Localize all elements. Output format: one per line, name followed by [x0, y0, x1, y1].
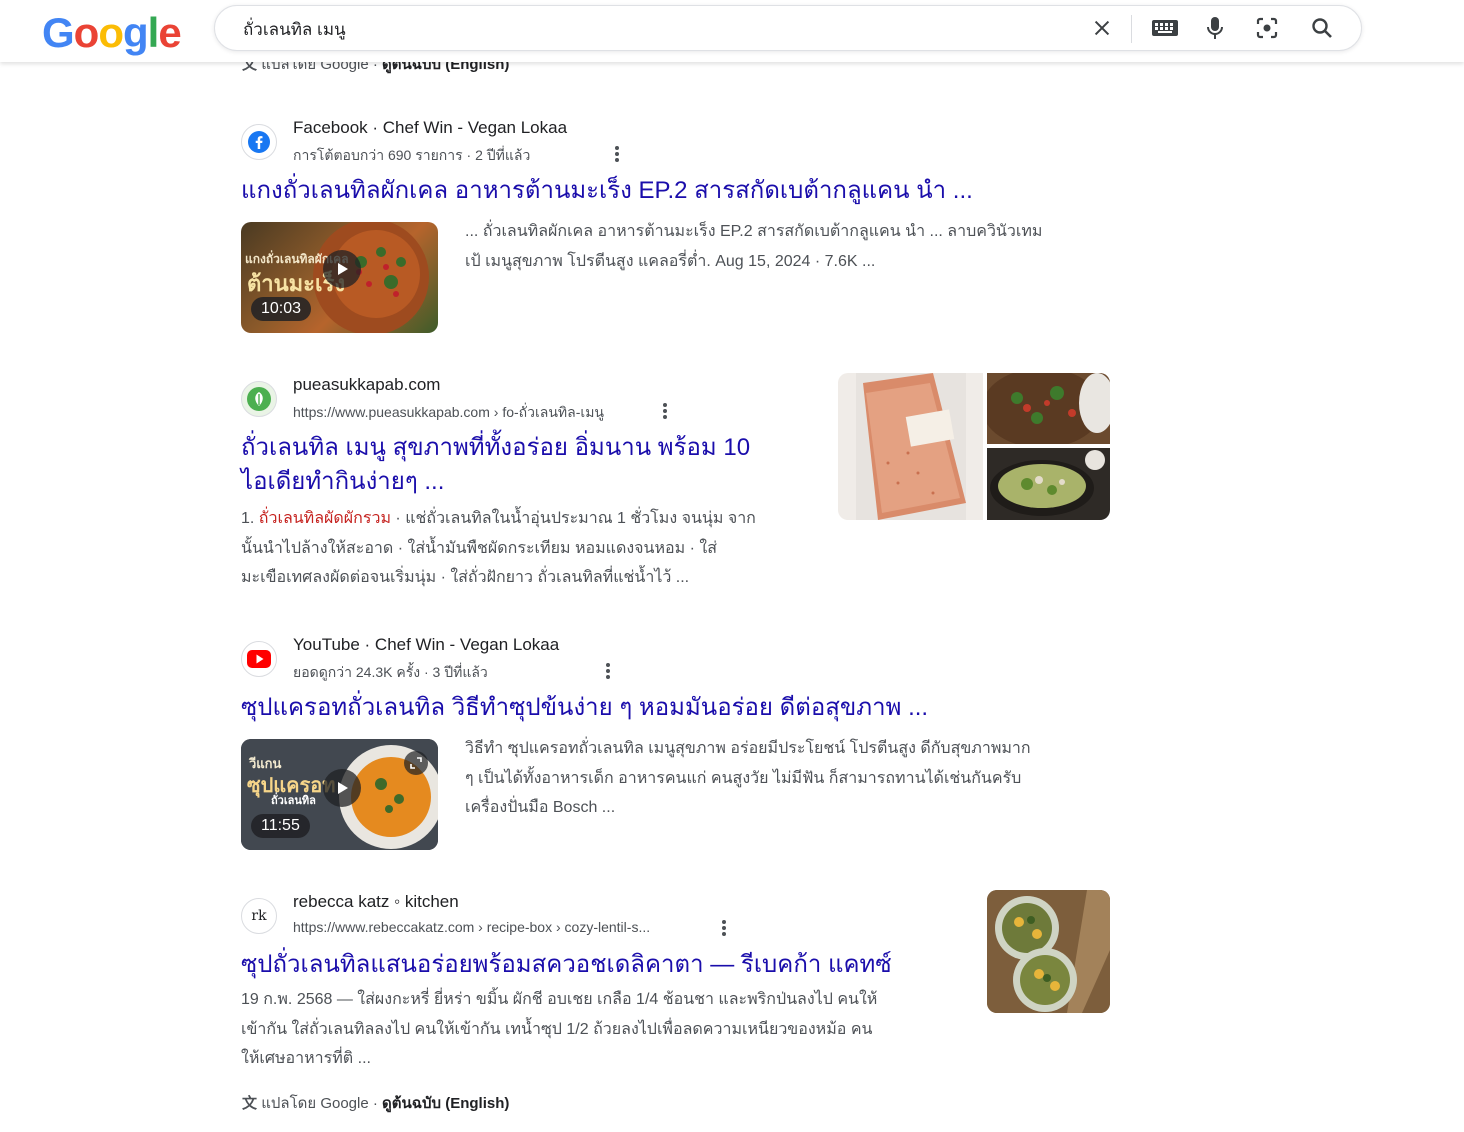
logo-letter: G	[42, 9, 75, 56]
more-options-icon[interactable]	[718, 918, 730, 938]
facebook-favicon-icon	[241, 124, 277, 160]
snippet-line: นั้นนำไปล้างให้สะอาด · ใส่น้ำมันพืชผัดกร…	[241, 539, 717, 557]
result-image-collage[interactable]	[838, 373, 1110, 520]
logo-letter: e	[158, 9, 181, 56]
video-thumbnail[interactable]: แกงถั่วเลนทิลผักเคล ต้านมะเร็ง 10:03	[241, 222, 438, 333]
video-thumbnail[interactable]: วีแกน ซุปแครอท ถั่วเลนทิล 11:55	[241, 739, 438, 850]
snippet-line: วิธีทำ ซุปแครอทถั่วเลนทิล เมนูสุขภาพ อร่…	[465, 740, 1031, 757]
lens-camera-icon[interactable]	[1255, 16, 1279, 40]
lentil-salad-image[interactable]	[982, 373, 1110, 448]
lentil-curry-image[interactable]	[987, 448, 1110, 520]
lentil-soup-image[interactable]	[987, 890, 1110, 1013]
result-site-name[interactable]: rebecca katz ◦ kitchen	[293, 892, 459, 912]
header: Google	[0, 0, 1464, 62]
video-duration: 10:03	[251, 297, 312, 321]
youtube-favicon-icon	[241, 641, 277, 677]
snippet-line: 19 ก.พ. 2568 — ใส่ผงกะหรี่ ยี่หร่า ขมิ้น…	[241, 991, 878, 1008]
view-original-link[interactable]: ดูต้นฉบับ (English)	[382, 1095, 509, 1112]
snippet-highlight: ถั่วเลนทิลผัดผักรวม	[258, 510, 391, 527]
logo-letter: g	[122, 9, 149, 56]
divider	[1131, 15, 1132, 43]
result-url: https://www.pueasukkapab.com › fo-ถั่วเล…	[293, 404, 604, 420]
clear-icon[interactable]	[1090, 16, 1114, 40]
microphone-icon[interactable]	[1203, 16, 1227, 40]
snippet-text: · แช่ถั่วเลนทิลในน้ำอุ่นประมาณ 1 ชั่วโมง…	[390, 510, 756, 527]
snippet-line: ๆ เป็นได้ทั้งอาหารเด็ก อาหารคนแก่ คนสูงว…	[465, 769, 1022, 787]
snippet-prefix: 1.	[241, 510, 259, 527]
play-icon[interactable]	[323, 769, 361, 807]
keyboard-icon[interactable]	[1150, 16, 1180, 40]
snippet-line: 1. ถั่วเลนทิลผัดผักรวม · แช่ถั่วเลนทิลใน…	[241, 504, 821, 534]
favicon-text: rk	[251, 908, 267, 924]
search-input[interactable]	[241, 16, 1065, 42]
result-site-name[interactable]: YouTube · Chef Win - Vegan Lokaa	[293, 635, 559, 655]
expand-icon[interactable]	[404, 751, 428, 775]
lentil-bag-image[interactable]	[838, 373, 983, 520]
result-site-name[interactable]: Facebook · Chef Win - Vegan Lokaa	[293, 118, 567, 138]
search-icon[interactable]	[1310, 16, 1334, 40]
snippet-line: เครื่องปั่นมือ Bosch ...	[465, 799, 616, 816]
result-meta: ยอดดูกว่า 24.3K ครั้ง · 3 ปีที่แล้ว	[293, 664, 488, 680]
result-snippet: 1. ถั่วเลนทิลผัดผักรวม · แช่ถั่วเลนทิลใน…	[241, 504, 821, 593]
snippet-line: มะเขือเทศลงผัดต่อจนเริ่มนุ่ม · ใส่ถั่วฝั…	[241, 569, 690, 586]
title-line[interactable]: ถั่วเลนทิล เมนู สุขภาพที่ทั้งอร่อย อิ่มน…	[241, 431, 821, 465]
snippet-line: เข้ากัน ใส่ถั่วเลนทิลลงไป คนให้เข้ากัน เ…	[241, 1020, 873, 1038]
more-options-icon[interactable]	[602, 661, 614, 681]
video-duration: 11:55	[251, 814, 310, 838]
result-snippet: ... ถั่วเลนทิลผักเคล อาหารต้านมะเร็ง EP.…	[465, 217, 1115, 276]
translate-line: 文 แปลโดย Google · ดูต้นฉบับ (English)	[242, 1091, 509, 1115]
google-logo[interactable]: Google	[42, 9, 182, 56]
logo-letter: l	[147, 9, 160, 56]
separator: ·	[368, 1095, 383, 1112]
logo-letter: o	[98, 9, 124, 56]
thumbnail-text: ถั่วเลนทิล	[271, 795, 316, 807]
snippet-line: เป้ เมนูสุขภาพ โปรตีนสูง แคลอรี่ต่ำ. Aug…	[465, 252, 876, 270]
result-snippet: 19 ก.พ. 2568 — ใส่ผงกะหรี่ ยี่หร่า ขมิ้น…	[241, 985, 971, 1074]
pueasukkapab-favicon-icon	[241, 381, 277, 417]
result-title-link[interactable]: แกงถั่วเลนทิลผักเคล อาหารต้านมะเร็ง EP.2…	[241, 174, 973, 208]
result-site-name[interactable]: pueasukkapab.com	[293, 375, 440, 395]
result-title-link[interactable]: ถั่วเลนทิล เมนู สุขภาพที่ทั้งอร่อย อิ่มน…	[241, 431, 821, 499]
result-title-link[interactable]: ซุปถั่วเลนทิลแสนอร่อยพร้อมสควอชเดลิคาตา …	[241, 948, 892, 982]
rebecca-katz-favicon-icon: rk	[241, 898, 277, 934]
translated-by-label: แปลโดย Google	[261, 1095, 369, 1112]
result-title-link[interactable]: ซุปแครอทถั่วเลนทิล วิธีทำซุปข้นง่าย ๆ หอ…	[241, 691, 928, 725]
more-options-icon[interactable]	[659, 401, 671, 421]
result-meta: การโต้ตอบกว่า 690 รายการ · 2 ปีที่แล้ว	[293, 147, 531, 163]
logo-letter: o	[73, 9, 100, 56]
play-icon[interactable]	[323, 250, 361, 288]
result-url: https://www.rebeccakatz.com › recipe-box…	[293, 919, 651, 935]
snippet-line: ... ถั่วเลนทิลผักเคล อาหารต้านมะเร็ง EP.…	[465, 223, 1043, 240]
result-snippet: วิธีทำ ซุปแครอทถั่วเลนทิล เมนูสุขภาพ อร่…	[465, 734, 1115, 823]
more-options-icon[interactable]	[611, 144, 623, 164]
snippet-line: ให้เศษอาหารที่ติ ...	[241, 1050, 371, 1067]
search-box	[214, 5, 1362, 51]
title-line[interactable]: ไอเดียทำกินง่ายๆ ...	[241, 465, 821, 499]
translate-icon: 文	[242, 1095, 258, 1112]
